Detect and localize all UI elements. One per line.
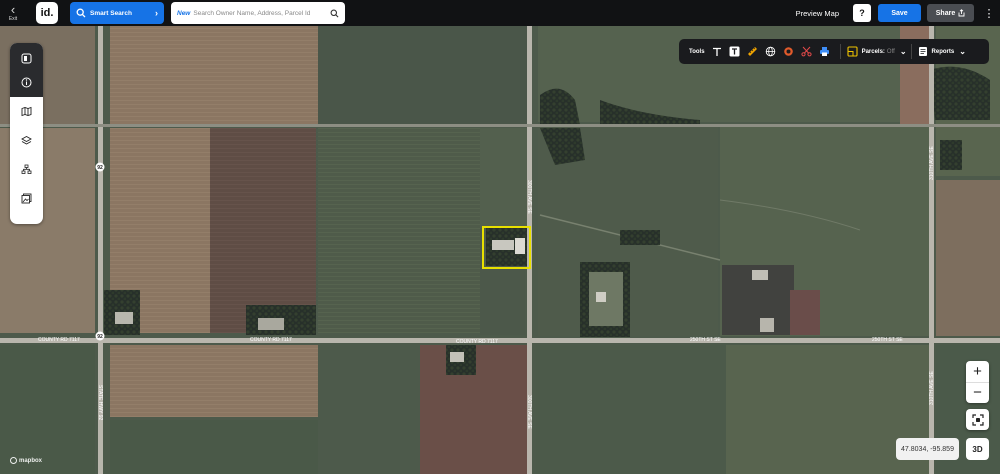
road-label-300-bottom: 300TH AVE SE xyxy=(526,395,532,429)
road-label-county-mid: COUNTY RD 7117 xyxy=(456,339,498,345)
info-icon xyxy=(21,77,32,87)
road-label-county-left: COUNTY RD 7117 xyxy=(38,337,80,343)
sidebar-toggle-icon xyxy=(21,53,32,63)
radius-tool-button[interactable] xyxy=(782,45,796,59)
sidebar-toggle-button[interactable] xyxy=(18,49,36,67)
map-toolbar: Tools Parcels: Off ⌄ Reports ⌄ xyxy=(679,39,989,64)
share-icon xyxy=(958,9,965,17)
road-label-250-right: 250TH ST SE xyxy=(872,337,903,343)
mapbox-label: mapbox xyxy=(19,457,43,464)
route-shield-bottom-label: 92 xyxy=(97,334,103,340)
zoom-control: + − xyxy=(966,361,989,403)
3d-toggle-button[interactable]: 3D xyxy=(966,438,989,460)
parcels-dropdown[interactable]: Parcels: Off ⌄ xyxy=(847,46,907,57)
chevron-down-icon: ⌄ xyxy=(959,47,966,56)
road-label-310-bottom: 310TH AVE SE xyxy=(929,371,935,405)
tools-label: Tools xyxy=(689,48,705,55)
road-label-county-mid-left: COUNTY RD 7117 xyxy=(250,337,292,343)
scissors-icon xyxy=(801,46,812,57)
focus-frame-icon xyxy=(971,413,984,426)
org-chart-icon xyxy=(21,164,32,174)
chevron-left-icon: ‹ xyxy=(10,2,16,17)
app-root: ‹ Exit id. Smart Search › New Preview Ma… xyxy=(0,0,1000,474)
left-tool-panel xyxy=(10,43,43,224)
reports-label: Reports xyxy=(931,48,955,55)
print-tool-button[interactable] xyxy=(818,45,832,59)
image-layer-button[interactable] xyxy=(18,189,36,207)
layers-button[interactable] xyxy=(18,131,36,149)
new-tag: New xyxy=(177,9,191,17)
smart-search-label: Smart Search xyxy=(90,9,132,17)
zoom-out-button[interactable]: − xyxy=(966,383,989,404)
text-t-icon xyxy=(712,47,721,56)
fit-extent-button[interactable] xyxy=(966,409,989,430)
top-bar: ‹ Exit id. Smart Search › New Preview Ma… xyxy=(0,0,1000,26)
search-box[interactable]: New xyxy=(171,2,345,24)
mapbox-attribution[interactable]: mapbox xyxy=(10,457,42,464)
left-panel-top-group xyxy=(10,43,43,97)
globe-tool-button[interactable] xyxy=(764,45,778,59)
print-icon xyxy=(820,47,830,56)
parcels-label: Parcels: xyxy=(861,48,885,55)
report-icon xyxy=(918,47,927,56)
app-logo[interactable]: id. xyxy=(36,2,58,24)
chevron-right-icon: › xyxy=(155,8,158,18)
mapbox-logo-icon xyxy=(10,457,17,464)
exit-label: Exit xyxy=(8,16,18,22)
search-icon[interactable] xyxy=(330,9,339,18)
road-label-250-mid: 250TH ST SE xyxy=(690,337,721,343)
preview-map-link[interactable]: Preview Map xyxy=(796,9,839,18)
text-box-icon xyxy=(729,46,740,57)
chevron-down-icon: ⌄ xyxy=(899,47,907,56)
exit-button[interactable]: ‹ Exit xyxy=(0,0,26,26)
smart-search-button[interactable]: Smart Search › xyxy=(70,2,164,24)
search-icon xyxy=(76,8,86,18)
org-chart-button[interactable] xyxy=(18,160,36,178)
search-input[interactable] xyxy=(193,9,330,17)
more-menu-icon[interactable]: ⋮ xyxy=(982,7,996,20)
coordinates-readout: 47.8034, -95.859 xyxy=(896,438,959,460)
reports-dropdown[interactable]: Reports ⌄ xyxy=(918,46,966,57)
road-label-310-top: 310TH AVE SE xyxy=(929,146,935,180)
image-layer-icon xyxy=(21,193,32,203)
top-right-actions: Preview Map ? Save Share ⋮ xyxy=(796,0,1000,26)
text-box-tool-button[interactable] xyxy=(728,45,742,59)
save-button[interactable]: Save xyxy=(878,4,921,22)
parcel-icon xyxy=(847,46,858,57)
map-view-button[interactable] xyxy=(18,102,36,120)
road-label-state-hwy: STATE HWY 92 xyxy=(97,385,103,421)
info-button[interactable] xyxy=(18,73,36,91)
toolbar-divider xyxy=(910,44,912,59)
measure-tool-button[interactable] xyxy=(746,45,760,59)
left-panel-bottom-group xyxy=(10,97,43,207)
ruler-icon xyxy=(748,47,758,56)
road-label-300-top: 300TH AVE SE xyxy=(526,180,532,214)
route-shield-top-label: 92 xyxy=(97,165,103,171)
circle-icon xyxy=(784,47,793,56)
toolbar-divider xyxy=(839,44,841,59)
globe-icon xyxy=(765,46,776,57)
text-tool-button[interactable] xyxy=(710,45,724,59)
map-icon xyxy=(21,106,32,116)
share-button[interactable]: Share xyxy=(927,4,974,22)
help-button[interactable]: ? xyxy=(853,4,871,22)
satellite-map[interactable]: 92 92 COUNTY RD 7117 COUNTY RD 7117 COUN… xyxy=(0,26,1000,474)
layers-icon xyxy=(21,135,32,145)
zoom-in-button[interactable]: + xyxy=(966,361,989,383)
share-label: Share xyxy=(935,9,956,17)
cut-tool-button[interactable] xyxy=(800,45,814,59)
parcels-state: Off xyxy=(886,48,895,55)
